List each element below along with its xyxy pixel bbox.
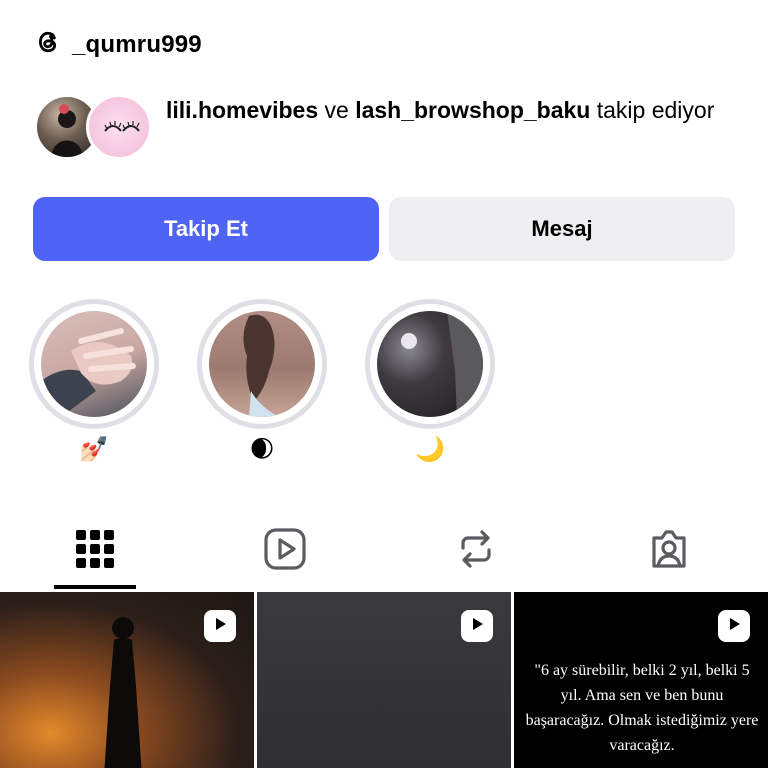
mutual-avatars (34, 94, 152, 162)
mutual-user-2[interactable]: lash_browshop_baku (355, 97, 590, 123)
follow-button[interactable]: Takip Et (33, 197, 379, 261)
grid-icon (72, 526, 118, 577)
followed-by-suffix: takip ediyor (596, 97, 715, 123)
post-caption: "6 ay sürebilir, belki 2 yıl, belki 5 yı… (525, 662, 759, 754)
reels-icon (262, 526, 308, 577)
highlight-cover (209, 311, 315, 417)
play-icon (211, 615, 229, 638)
reel-badge (204, 610, 236, 642)
grid-post[interactable]: "6 ay sürebilir, belki 2 yıl, belki 5 yı… (514, 592, 768, 768)
story-highlight[interactable] (365, 299, 495, 429)
reposts-icon (453, 526, 499, 577)
connector-text: ve (324, 97, 349, 123)
highlight-label: 🌙 (415, 436, 445, 463)
mutual-user-1[interactable]: lili.homevibes (166, 97, 318, 123)
message-button[interactable]: Mesaj (389, 197, 735, 261)
tab-reposts[interactable] (435, 515, 517, 587)
highlight-label: 🌒 (249, 436, 275, 463)
grid-post[interactable] (257, 592, 511, 768)
story-highlight[interactable] (197, 299, 327, 429)
tab-posts-grid[interactable] (54, 515, 136, 587)
threads-handle: _qumru999 (72, 30, 202, 58)
post-thumbnail (104, 617, 142, 768)
avatar (86, 94, 152, 160)
reel-badge (461, 610, 493, 642)
play-icon (468, 615, 486, 638)
highlight-cover (377, 311, 483, 417)
threads-icon (34, 28, 62, 61)
profile-tabs (0, 515, 768, 591)
reel-badge (718, 610, 750, 642)
tab-reels[interactable] (244, 515, 326, 587)
posts-grid: "6 ay sürebilir, belki 2 yıl, belki 5 yı… (0, 592, 768, 768)
tagged-icon (646, 526, 692, 577)
tab-tagged[interactable] (628, 515, 710, 587)
mutual-followers[interactable]: lili.homevibes ve lash_browshop_baku tak… (34, 94, 756, 162)
grid-post[interactable] (0, 592, 254, 768)
highlight-label: 💅🏻 (79, 436, 109, 463)
mutual-followers-text: lili.homevibes ve lash_browshop_baku tak… (166, 94, 756, 127)
highlight-cover (41, 311, 147, 417)
active-tab-indicator (54, 585, 136, 589)
play-icon (725, 615, 743, 638)
threads-link[interactable]: _qumru999 (34, 28, 202, 61)
story-highlight[interactable] (29, 299, 159, 429)
